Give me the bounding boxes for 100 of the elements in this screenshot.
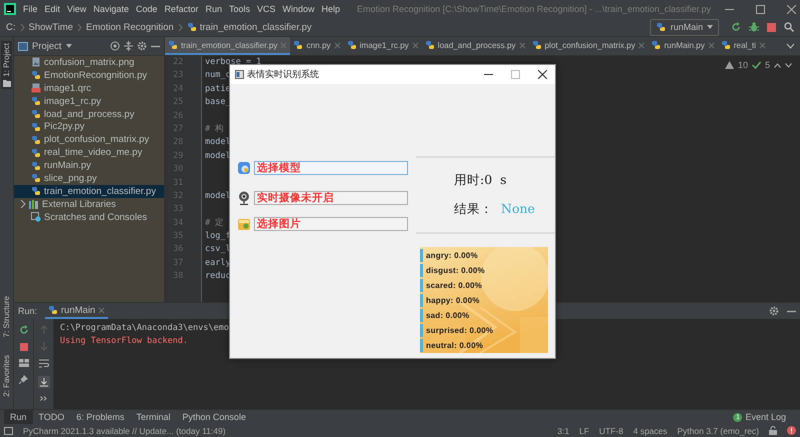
breadcrumb[interactable]: Emotion Recognition (86, 22, 174, 32)
tree-item[interactable]: real_time_video_me.py (14, 146, 164, 160)
editor-tab[interactable]: train_emotion_classifier.py (165, 37, 290, 55)
more-icon[interactable] (40, 396, 47, 401)
menu-item[interactable]: Help (322, 4, 340, 14)
tool-window-tab[interactable]: 7: Structure (1, 294, 12, 340)
emotion-marker (420, 309, 423, 322)
code-line: model (205, 190, 231, 201)
tree-item[interactable]: External Libraries (14, 198, 164, 211)
app-icon (4, 3, 16, 15)
status-item[interactable]: LF (579, 426, 590, 436)
stop-icon[interactable] (20, 343, 28, 351)
tree-item[interactable]: train_emotion_classifier.py (14, 184, 164, 198)
pin-icon[interactable] (19, 375, 28, 384)
action-button[interactable]: 实时摄像未开启 (254, 191, 408, 205)
editor-tab[interactable]: runMain.py (648, 37, 718, 55)
tool-window-tab[interactable]: Terminal (130, 410, 176, 424)
layout-icon[interactable] (18, 359, 28, 367)
python-file-icon (424, 40, 435, 50)
settings-icon[interactable] (769, 306, 779, 316)
action-button[interactable]: 选择图片 (254, 217, 408, 231)
bug-icon[interactable] (749, 22, 759, 32)
close-icon[interactable] (538, 70, 547, 79)
code-line: base_ (205, 97, 231, 108)
chevron-icon (20, 22, 24, 32)
tree-item[interactable]: image1.qrc (14, 82, 164, 95)
tree-item[interactable]: Scratches and Consoles (14, 210, 164, 224)
code-line: csv_l (205, 244, 231, 254)
menu-item[interactable]: Run (205, 4, 222, 14)
emotion-marker (420, 324, 423, 337)
python-file-icon (720, 40, 731, 50)
chevron-icon (178, 22, 183, 32)
code-line: model (205, 137, 231, 148)
error-icon[interactable] (787, 426, 796, 435)
rerun-icon[interactable] (731, 22, 741, 32)
menu-item[interactable]: VCS (256, 4, 276, 14)
menu-item[interactable]: Edit (44, 4, 60, 14)
breadcrumb[interactable]: C: (6, 22, 16, 32)
tool-window-tab[interactable]: 1: Project (1, 41, 12, 89)
tool-window-tab[interactable]: Run (4, 410, 33, 424)
editor-tab[interactable]: plot_confusion_matrix.py (528, 37, 648, 55)
emotion-marker (420, 294, 423, 307)
breadcrumb[interactable]: ShowTime (28, 22, 74, 32)
python-file-icon (651, 40, 662, 50)
tree-item[interactable]: load_and_process.py (14, 108, 164, 120)
menu-item[interactable]: Navigate (93, 4, 129, 14)
status-item[interactable]: 3:1 (557, 426, 570, 436)
warning-count[interactable]: 10 (738, 60, 748, 70)
breadcrumb[interactable]: train_emotion_classifier.py (186, 22, 312, 32)
tree-item[interactable]: confusion_matrix.png (14, 56, 164, 69)
tree-item[interactable]: EmotionRecongnition.py (14, 68, 164, 82)
action-button[interactable]: 选择模型 (254, 161, 408, 175)
code-line: reduc (205, 271, 231, 282)
editor-tab[interactable]: image1_rc.py (344, 37, 422, 55)
editor-tab[interactable]: real_ti (718, 37, 770, 55)
status-item[interactable]: UTF-8 (599, 426, 624, 436)
settings-icon[interactable] (137, 41, 147, 51)
caret-icon[interactable] (66, 44, 72, 48)
tree-item[interactable]: plot_confusion_matrix.py (14, 133, 164, 146)
emotion-marker (420, 279, 423, 292)
passed-count[interactable]: 5 (764, 60, 770, 70)
editor-tab[interactable]: load_and_process.py (422, 37, 529, 55)
tree-item[interactable]: image1_rc.py (14, 94, 164, 108)
tool-window-tab[interactable]: 2: Favorites (1, 353, 12, 399)
emotion-label: sad: 0.00% (426, 311, 470, 320)
time-label: 用时:0 (454, 172, 492, 189)
menu-item[interactable]: View (67, 4, 86, 14)
lock-icon[interactable] (769, 426, 777, 435)
tool-window-tab[interactable]: 6: Problems (70, 410, 130, 424)
scroll-to-end-icon[interactable] (38, 376, 50, 388)
search-icon[interactable] (784, 22, 794, 32)
python-file-icon (532, 40, 542, 50)
tool-window-tab[interactable]: TODO (32, 410, 70, 424)
editor-tab[interactable]: cnn.py (290, 37, 344, 55)
wrap-icon[interactable] (38, 359, 48, 368)
status-item[interactable]: 4 spaces (633, 426, 668, 436)
tree-item[interactable]: Pic2py.py (14, 120, 164, 134)
code-line: model (205, 150, 231, 161)
menu-item[interactable]: Refactor (164, 4, 198, 14)
layout-icon[interactable] (4, 426, 13, 434)
menu-item[interactable]: Tools (228, 4, 250, 14)
caret-icon (707, 25, 713, 29)
run-config-dropdown[interactable]: runMain (650, 18, 719, 36)
tool-window-tab[interactable]: Python Console (176, 410, 252, 424)
tree-item[interactable]: slice_png.py (14, 172, 164, 185)
menu-item[interactable]: File (23, 4, 38, 14)
panel-title: Run: (18, 306, 38, 316)
panel-title[interactable]: Project (32, 40, 62, 52)
target-icon[interactable] (110, 41, 120, 51)
stop-icon[interactable] (767, 22, 776, 32)
collapse-icon[interactable] (124, 41, 133, 51)
qrc-file-icon (31, 83, 41, 94)
maximize-icon[interactable] (756, 4, 765, 14)
status-item[interactable]: Python 3.7 (emo_rec) (677, 426, 759, 436)
status-message[interactable]: PyCharm 2021.1.3 available // Update... (today 11:49) (23, 426, 226, 436)
menu-item[interactable]: Code (136, 4, 158, 14)
chevron-down-icon[interactable] (786, 43, 795, 49)
rerun-icon[interactable] (18, 325, 28, 335)
tree-item[interactable]: runMain.py (14, 159, 164, 172)
menu-item[interactable]: Window (282, 4, 315, 14)
